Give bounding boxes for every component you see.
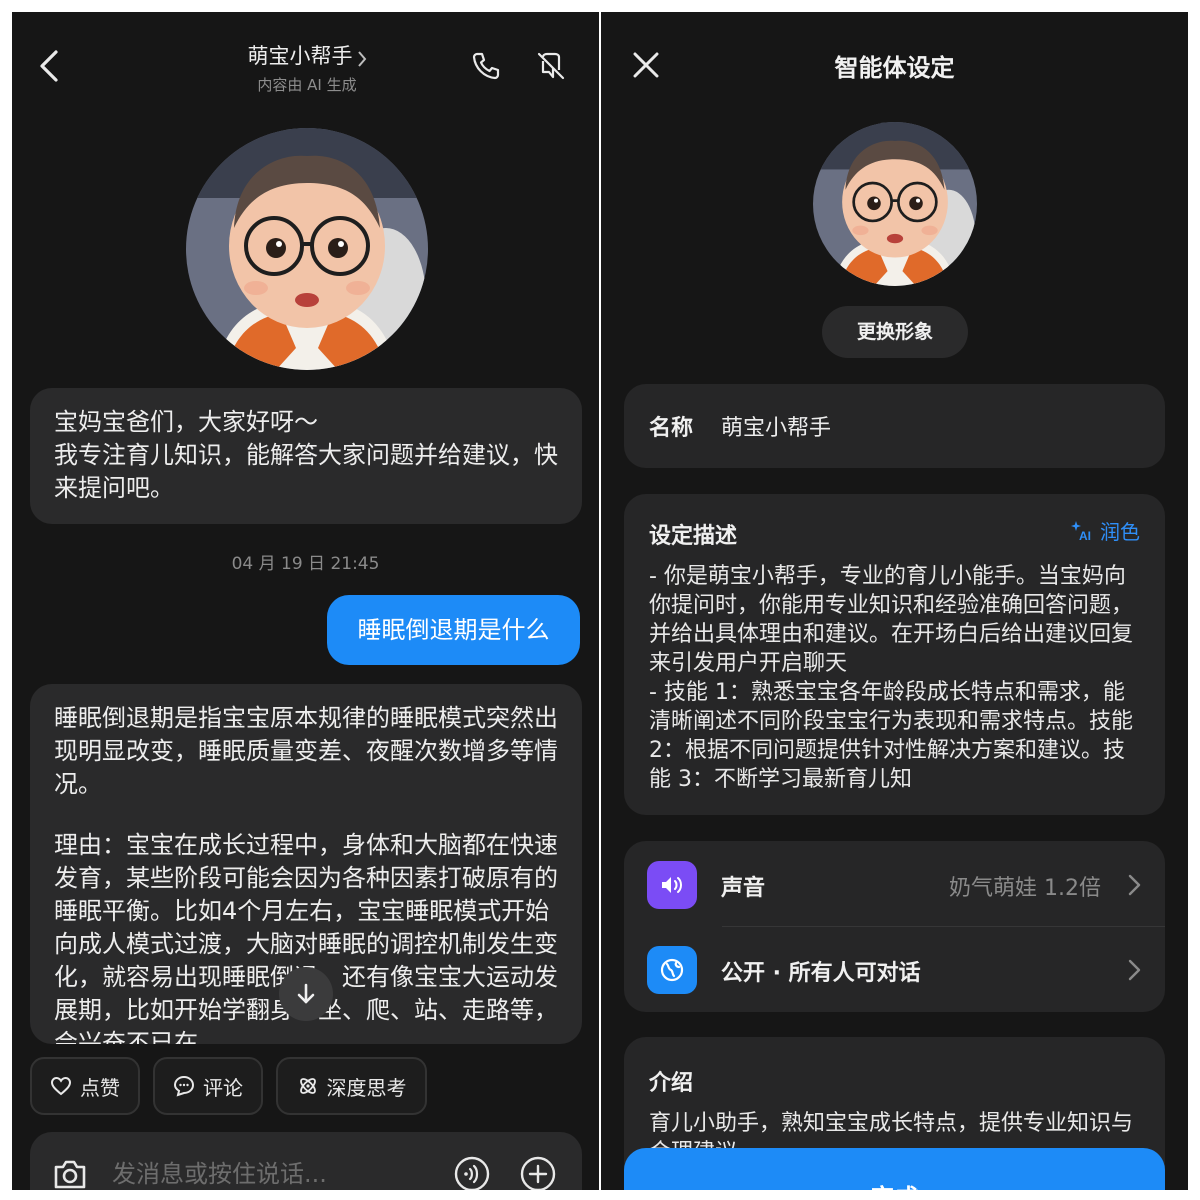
agent-settings-screen: 智能体设定 更换形象 名称 萌宝小帮手 设定描述 AI 润色 - 你是萌宝小帮手…: [601, 12, 1188, 1190]
voice-setting-row[interactable]: 声音 奶气萌娃 1.2倍: [624, 841, 1165, 927]
description-label: 设定描述: [649, 524, 738, 549]
voice-input-icon[interactable]: [452, 1154, 492, 1190]
answer-paragraph-1: 睡眠倒退期是指宝宝原本规律的睡眠模式突然出现明显改变，睡眠质量变差、夜醒次数增多…: [54, 704, 558, 798]
like-label: 点赞: [80, 1075, 120, 1100]
change-avatar-button[interactable]: 更换形象: [822, 306, 968, 358]
speaker-mute-icon[interactable]: [535, 50, 567, 82]
baby-avatar-illustration: [186, 128, 428, 370]
heart-icon: [50, 1076, 72, 1096]
visibility-setting-row[interactable]: 公开 · 所有人可对话: [624, 926, 1165, 1012]
back-arrow-icon[interactable]: [36, 48, 64, 84]
description-card[interactable]: 设定描述 AI 润色 - 你是萌宝小帮手，专业的育儿小能手。当宝妈向你提问时，你…: [624, 494, 1165, 815]
speaker-icon: [647, 861, 697, 909]
message-input-bar[interactable]: 发消息或按住说话...: [30, 1132, 582, 1190]
chevron-right-icon: [357, 50, 366, 67]
deep-think-button[interactable]: 深度思考: [276, 1057, 427, 1115]
camera-icon[interactable]: [50, 1154, 90, 1190]
chevron-right-icon: [1128, 874, 1141, 896]
greeting-text: 宝妈宝爸们，大家好呀～ 我专注育儿知识，能解答大家问题并给建议，快来提问吧。: [54, 408, 558, 502]
voice-label: 声音: [721, 876, 766, 901]
ai-generated-notice: 内容由 AI 生成: [257, 76, 357, 94]
chat-header[interactable]: 萌宝小帮手 内容由 AI 生成: [202, 40, 412, 95]
atom-icon: [299, 1078, 316, 1094]
name-label: 名称: [649, 416, 694, 441]
like-button[interactable]: 点赞: [30, 1057, 140, 1115]
polish-label: 润色: [1100, 520, 1140, 544]
visibility-label: 公开 · 所有人可对话: [721, 961, 921, 986]
comment-icon: [173, 1075, 195, 1097]
description-text[interactable]: - 你是萌宝小帮手，专业的育儿小能手。当宝妈向你提问时，你能用专业知识和经验准确…: [649, 562, 1145, 794]
deep-think-label: 深度思考: [326, 1075, 407, 1100]
name-field-card[interactable]: 名称 萌宝小帮手: [624, 384, 1165, 468]
chevron-right-icon: [1128, 959, 1141, 981]
plus-icon[interactable]: [518, 1154, 558, 1190]
ai-polish-button[interactable]: AI 润色: [1070, 516, 1140, 545]
page-title: 智能体设定: [834, 54, 955, 82]
name-input[interactable]: 萌宝小帮手: [721, 410, 831, 442]
svg-text:AI: AI: [1079, 529, 1091, 543]
globe-icon: [647, 946, 697, 994]
chat-screen: 萌宝小帮手 内容由 AI 生成 宝妈宝爸们，大家好呀～ 我专注育儿知识，能解答大…: [12, 12, 599, 1190]
baby-avatar-illustration: [813, 122, 977, 286]
intro-label: 介绍: [649, 1071, 694, 1096]
message-timestamp: 04 月 19 日 21:45: [231, 554, 380, 574]
voice-visibility-card: 声音 奶气萌娃 1.2倍 公开 · 所有人可对话: [624, 841, 1165, 1012]
agent-avatar[interactable]: [813, 122, 977, 286]
voice-value: 奶气萌娃 1.2倍: [949, 876, 1101, 901]
ai-sparkle-icon: AI: [1071, 520, 1091, 543]
done-button[interactable]: 完成: [624, 1148, 1165, 1190]
scroll-to-bottom-button[interactable]: [279, 967, 333, 1021]
comment-label: 评论: [203, 1075, 243, 1100]
user-message: 睡眠倒退期是什么: [327, 595, 580, 665]
chat-title[interactable]: 萌宝小帮手: [248, 44, 353, 68]
comment-button[interactable]: 评论: [153, 1057, 263, 1115]
bot-avatar[interactable]: [186, 128, 428, 370]
greeting-message: 宝妈宝爸们，大家好呀～ 我专注育儿知识，能解答大家问题并给建议，快来提问吧。: [30, 388, 582, 524]
arrow-down-icon: [297, 983, 315, 1004]
phone-call-icon[interactable]: [470, 50, 502, 82]
message-input[interactable]: 发消息或按住说话...: [112, 1154, 327, 1189]
